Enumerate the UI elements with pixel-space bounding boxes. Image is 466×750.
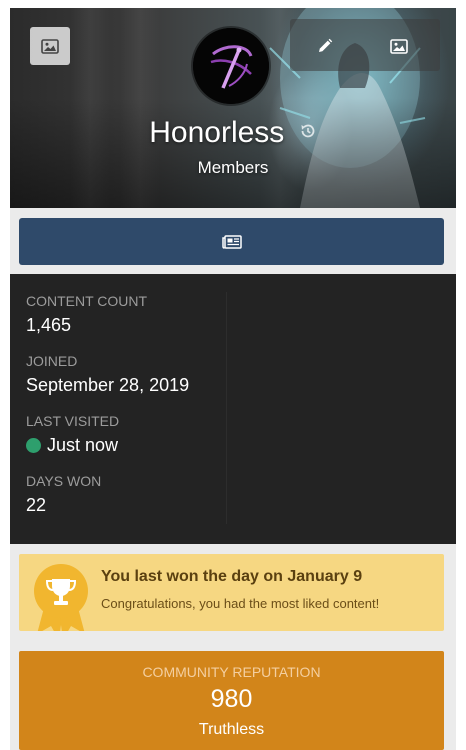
image-icon — [41, 38, 59, 54]
stat-joined: JOINED September 28, 2019 — [26, 352, 189, 398]
newspaper-icon — [221, 234, 242, 249]
profile-stats-panel: CONTENT COUNT 1,465 JOINED September 28,… — [10, 274, 456, 544]
stat-value: Just now — [47, 435, 119, 455]
profile-page: Honorless Members CONTENT COUNT 1,465 JO… — [10, 8, 456, 750]
day-won-title: You last won the day on January 9 — [101, 568, 363, 585]
stat-label: CONTENT COUNT — [26, 293, 148, 309]
edit-profile-button[interactable] — [310, 31, 340, 61]
stat-content-count: CONTENT COUNT 1,465 — [26, 292, 147, 338]
stat-value: 1,465 — [26, 315, 72, 335]
edit-cover-image-button[interactable] — [384, 31, 414, 61]
avatar[interactable] — [193, 28, 269, 104]
profile-name-row: Honorless — [10, 112, 456, 154]
trophy-icon — [34, 564, 88, 631]
stat-label: LAST VISITED — [26, 413, 120, 429]
stat-label: DAYS WON — [26, 473, 102, 489]
reputation-title: Truthless — [198, 721, 265, 738]
pencil-icon — [319, 38, 333, 52]
view-activity-button[interactable] — [19, 218, 444, 265]
stat-days-won: DAYS WON 22 — [26, 472, 101, 518]
name-history-button[interactable] — [299, 122, 317, 145]
stat-value: 22 — [26, 495, 47, 515]
stats-divider — [226, 292, 227, 524]
change-cover-photo-button[interactable] — [30, 27, 70, 65]
stat-last-visited: LAST VISITED Just now — [26, 412, 119, 458]
reputation-value: 980 — [210, 685, 253, 713]
avatar-emblem — [193, 28, 269, 104]
history-icon — [301, 124, 315, 137]
day-won-panel: You last won the day on January 9 Congra… — [19, 554, 444, 631]
member-group: Members — [197, 158, 269, 177]
profile-name: Honorless — [149, 116, 285, 149]
stat-value: September 28, 2019 — [26, 375, 190, 395]
reputation-label: COMMUNITY REPUTATION — [142, 664, 321, 680]
online-status-icon — [26, 438, 41, 453]
day-won-subtitle: Congratulations, you had the most liked … — [101, 596, 380, 611]
image-icon — [390, 38, 408, 54]
stat-label: JOINED — [26, 353, 78, 369]
reputation-panel: COMMUNITY REPUTATION 980 Truthless — [19, 651, 444, 750]
stat-value-row: Just now — [26, 432, 119, 458]
